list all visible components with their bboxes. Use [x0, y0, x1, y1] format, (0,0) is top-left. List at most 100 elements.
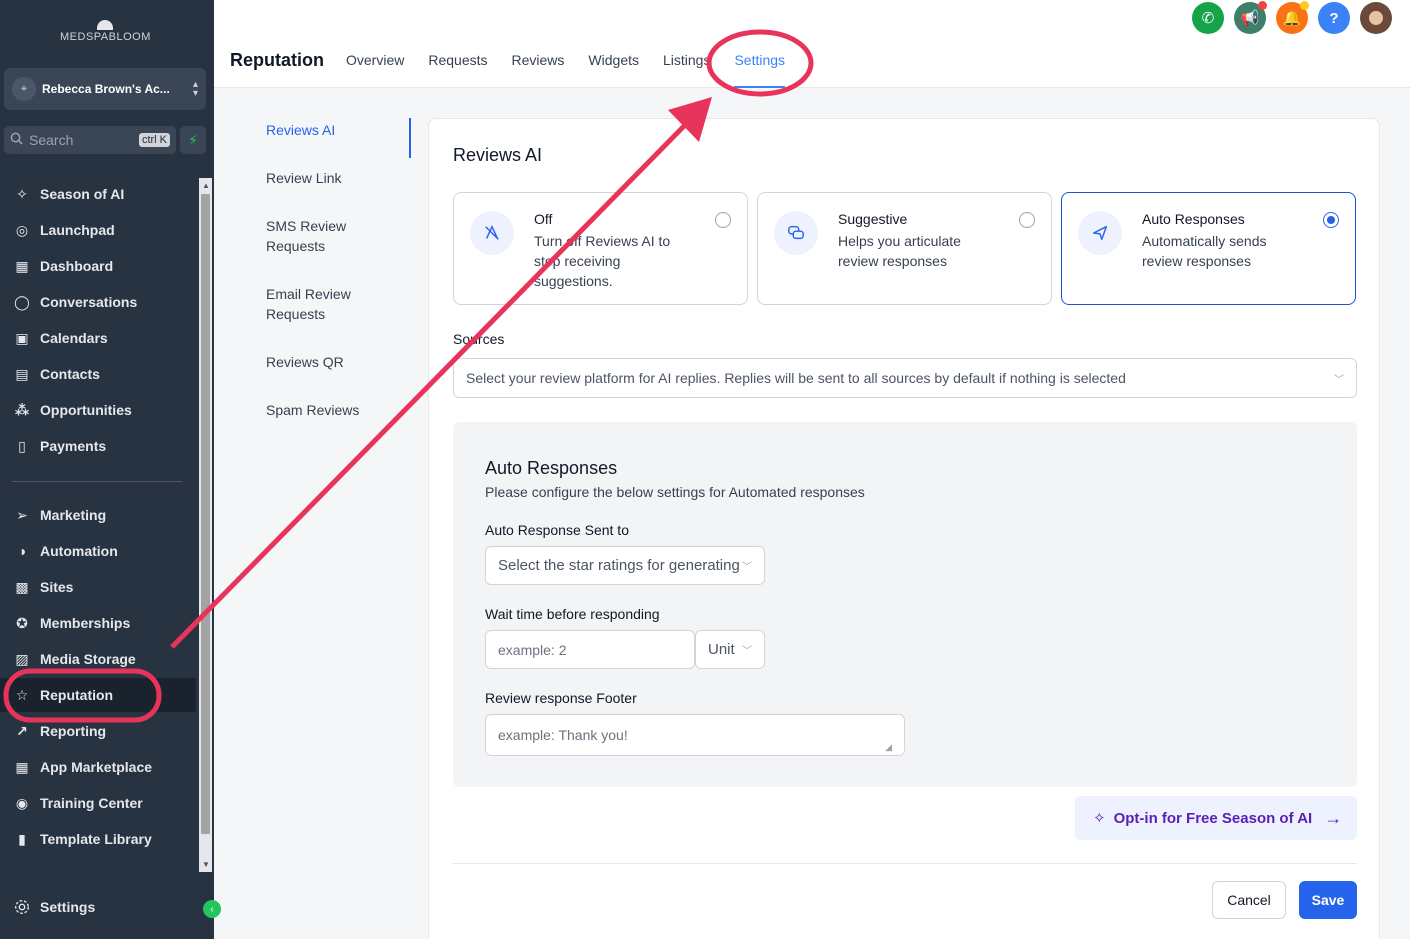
search-icon [10, 132, 23, 148]
tab-requests[interactable]: Requests [428, 52, 487, 88]
sources-select[interactable]: Select your review platform for AI repli… [453, 358, 1357, 398]
sidebar-item-reputation[interactable]: ☆ Reputation [0, 678, 196, 712]
sidebar-item-label: Season of AI [40, 186, 125, 202]
paper-plane-icon [1078, 211, 1122, 255]
sidebar-item-settings[interactable]: Settings [0, 890, 196, 924]
sidebar-item-opportunities[interactable]: ⁂ Opportunities [0, 393, 196, 427]
option-title: Suggestive [838, 211, 908, 227]
subnav-item-sms-review-requests[interactable]: SMS Review Requests [266, 216, 366, 256]
footer-divider [453, 863, 1357, 864]
sidebar-item-calendars[interactable]: ▣ Calendars [0, 321, 196, 355]
star-ratings-select[interactable]: Select the star ratings for generating ﹀ [485, 546, 765, 585]
option-off[interactable]: Off Turn off Reviews AI to stop receivin… [453, 192, 748, 305]
sparkle-icon: ✧ [1093, 810, 1106, 827]
brand-logo: MEDSPABLOOM [60, 20, 150, 43]
reviews-ai-card: Reviews AI Off Turn off Reviews AI to st… [428, 118, 1380, 939]
tab-settings[interactable]: Settings [734, 52, 786, 88]
apps-icon: ▦ [15, 758, 29, 775]
option-suggestive[interactable]: Suggestive Helps you articulate review r… [757, 192, 1052, 305]
sidebar-item-label: Reporting [40, 723, 107, 739]
collapse-sidebar-icon[interactable]: ‹ [203, 900, 221, 918]
subnav-item-reviews-qr[interactable]: Reviews QR [266, 352, 411, 372]
unit-select[interactable]: Unit ﹀ [695, 630, 765, 669]
sidebar-item-conversations[interactable]: ◯ Conversations [0, 285, 196, 319]
sidebar-item-label: Launchpad [40, 222, 115, 238]
rocket-icon: ◎ [15, 221, 29, 238]
sidebar-item-payments[interactable]: ▯ Payments [0, 429, 196, 463]
sidebar-item-reporting[interactable]: ↗ Reporting [0, 714, 196, 748]
settings-subnav: Reviews AI Review Link SMS Review Requests… [266, 120, 411, 448]
chevron-down-icon: ﹀ [1334, 374, 1344, 386]
cancel-button[interactable]: Cancel [1212, 881, 1286, 919]
help-icon[interactable]: ? [1318, 2, 1350, 34]
sidebar-item-label: Marketing [40, 507, 107, 523]
optin-label: Opt-in for Free Season of AI [1113, 809, 1313, 827]
subnav-item-email-review-requests[interactable]: Email Review Requests [266, 284, 366, 324]
training-icon: ◉ [15, 794, 29, 811]
tab-overview[interactable]: Overview [346, 52, 404, 88]
tab-widgets[interactable]: Widgets [588, 52, 639, 88]
sidebar-item-automation[interactable]: ◑ Automation [0, 534, 196, 568]
subnav-active-indicator [409, 118, 411, 158]
account-name: Rebecca Brown's Ac... [42, 82, 170, 96]
image-icon: ▨ [15, 650, 29, 667]
sidebar-item-launchpad[interactable]: ◎ Launchpad [0, 213, 196, 247]
sidebar-item-app-marketplace[interactable]: ▦ App Marketplace [0, 750, 196, 784]
panel-title: Auto Responses [485, 458, 618, 478]
announcement-icon[interactable]: 📢 [1234, 1, 1267, 34]
sidebar-item-label: Memberships [40, 615, 131, 631]
sidebar-item-sites[interactable]: ▩ Sites [0, 570, 196, 604]
sidebar-item-contacts[interactable]: ▤ Contacts [0, 357, 196, 391]
send-icon: ➢ [16, 506, 28, 523]
chevron-updown-icon: ▴ ▾ [192, 79, 198, 99]
tab-reviews[interactable]: Reviews [512, 52, 565, 88]
notification-bell-icon[interactable]: 🔔 [1276, 1, 1309, 34]
radio-suggestive[interactable] [1019, 212, 1035, 228]
app-root: MEDSPABLOOM ⌖ Rebecca Brown's Ac... ▴ ▾ S… [0, 0, 1410, 939]
sources-placeholder: Select your review platform for AI repli… [466, 370, 1126, 386]
search-input[interactable]: Search ctrl K [4, 126, 176, 154]
sidebar-item-label: Media Storage [40, 651, 136, 667]
sidebar-item-training-center[interactable]: ◉ Training Center [0, 786, 196, 820]
account-switcher[interactable]: ⌖ Rebecca Brown's Ac... ▴ ▾ [4, 68, 206, 110]
sidebar-item-label: Template Library [40, 831, 152, 847]
sidebar-item-memberships[interactable]: ✪ Memberships [0, 606, 196, 640]
sidebar-item-dashboard[interactable]: ▦ Dashboard [0, 249, 196, 283]
tab-bar: Overview Requests Reviews Widgets Listings Se… [346, 52, 809, 88]
subnav-item-spam-reviews[interactable]: Spam Reviews [266, 400, 411, 420]
footer-textarea[interactable]: example: Thank you! ◢ [485, 714, 905, 756]
page-title: Reputation [230, 50, 324, 70]
option-desc: Automatically sends review responses [1142, 233, 1267, 269]
sidebar-item-label: Reputation [40, 687, 114, 703]
search-label: Search [29, 132, 74, 148]
sidebar-divider [12, 481, 182, 482]
subnav-item-reviews-ai[interactable]: Reviews AI [266, 120, 411, 140]
sidebar-item-media-storage[interactable]: ▨ Media Storage [0, 642, 196, 676]
sidebar-item-template-library[interactable]: ▮ Template Library [0, 822, 196, 856]
wait-time-input[interactable]: example: 2 [485, 630, 695, 669]
arrow-right-icon: → [1324, 807, 1343, 828]
auto-responses-panel: Auto Responses Please configure the belo… [453, 422, 1357, 787]
scrollbar-thumb[interactable] [201, 194, 210, 834]
tab-listings[interactable]: Listings [663, 52, 710, 88]
radio-auto-responses[interactable] [1323, 212, 1339, 228]
sidebar-item-marketing[interactable]: ➢ Marketing [0, 498, 196, 532]
optin-season-of-ai-button[interactable]: ✧ Opt-in for Free Season of AI → [1075, 796, 1357, 840]
quick-action-bolt-icon[interactable]: ⚡ [180, 126, 206, 154]
phone-icon[interactable]: ✆ [1192, 2, 1224, 34]
sidebar-item-season-of-ai[interactable]: ✧ Season of AI [0, 177, 196, 211]
resize-handle-icon[interactable]: ◢ [885, 742, 892, 753]
option-auto-responses[interactable]: Auto Responses Automatically sends revie… [1061, 192, 1356, 305]
sidebar-item-label: Contacts [40, 366, 100, 382]
sidebar-item-label: Sites [40, 579, 74, 595]
top-bar: Reputation Overview Requests Reviews Widget… [214, 0, 1410, 88]
save-button[interactable]: Save [1299, 881, 1357, 919]
user-avatar[interactable] [1360, 2, 1392, 34]
sent-to-label: Auto Response Sent to [485, 522, 629, 538]
sidebar-scrollbar[interactable]: ▲ ▼ [199, 178, 212, 872]
subnav-item-review-link[interactable]: Review Link [266, 168, 411, 188]
sidebar-item-label: Automation [40, 543, 118, 559]
radio-off[interactable] [715, 212, 731, 228]
sidebar-item-label: Training Center [40, 795, 143, 811]
option-title: Off [534, 211, 553, 227]
